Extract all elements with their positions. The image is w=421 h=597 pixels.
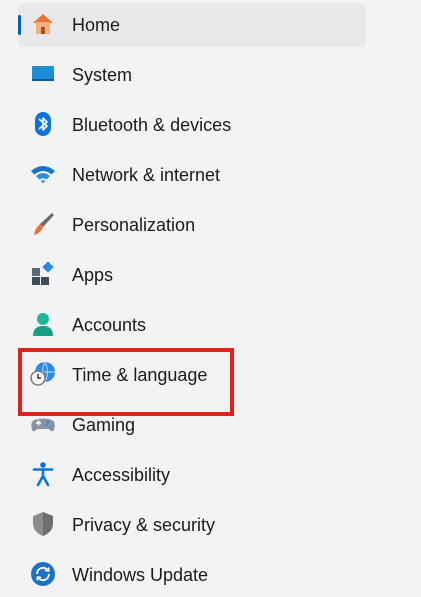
nav-item-system[interactable]: System [18, 53, 366, 97]
nav-item-personalization[interactable]: Personalization [18, 203, 366, 247]
nav-item-label: Gaming [72, 415, 136, 435]
windows-update-icon [30, 561, 56, 587]
nav-item-apps[interactable]: Apps [18, 253, 366, 297]
nav-item-accessibility[interactable]: Accessibility [18, 453, 366, 497]
nav-item-windows-update[interactable]: Windows Update [18, 553, 366, 597]
nav-item-label: Privacy & security [72, 515, 216, 535]
home-icon [30, 11, 56, 37]
nav-item-label: Network & internet [72, 165, 221, 185]
brush-icon [30, 211, 56, 237]
nav-item-label: Accounts [72, 315, 147, 335]
accounts-icon [30, 311, 56, 337]
nav-item-label: Bluetooth & devices [72, 115, 232, 135]
nav-item-label: Apps [72, 265, 114, 285]
nav-item-label: Personalization [72, 215, 196, 235]
highlight-box [18, 348, 234, 416]
settings-navigation: Home System Bluetooth & devices Network … [0, 0, 421, 586]
nav-item-privacy-security[interactable]: Privacy & security [18, 503, 366, 547]
selection-indicator [18, 15, 21, 35]
shield-icon [30, 511, 56, 537]
bluetooth-icon [30, 111, 56, 137]
nav-item-label: Home [72, 15, 121, 35]
accessibility-icon [30, 461, 56, 487]
nav-item-label: System [72, 65, 133, 85]
nav-item-label: Accessibility [72, 465, 171, 485]
apps-icon [30, 261, 56, 287]
wifi-icon [30, 161, 56, 187]
nav-item-home[interactable]: Home [18, 3, 366, 47]
nav-item-accounts[interactable]: Accounts [18, 303, 366, 347]
system-icon [30, 61, 56, 87]
nav-item-network[interactable]: Network & internet [18, 153, 366, 197]
nav-item-bluetooth[interactable]: Bluetooth & devices [18, 103, 366, 147]
